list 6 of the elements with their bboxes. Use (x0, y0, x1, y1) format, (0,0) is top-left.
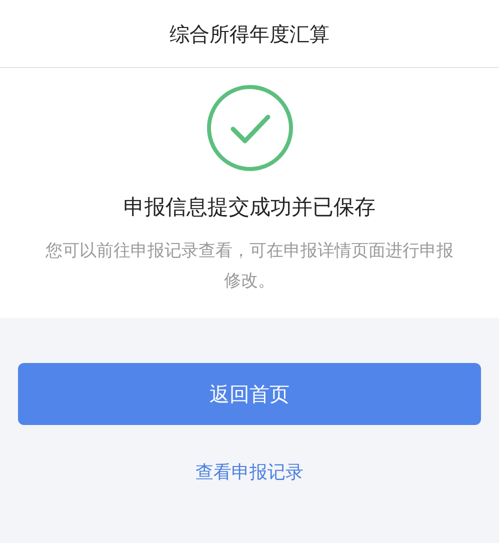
page-title: 综合所得年度汇算 (170, 20, 330, 48)
success-title: 申报信息提交成功并已保存 (124, 194, 376, 221)
success-description: 您可以前往申报记录查看，可在申报详情页面进行申报修改。 (44, 240, 454, 292)
check-circle-icon (206, 84, 294, 172)
records-link[interactable]: 查看申报记录 (196, 459, 304, 486)
home-button[interactable]: 返回首页 (18, 363, 481, 425)
